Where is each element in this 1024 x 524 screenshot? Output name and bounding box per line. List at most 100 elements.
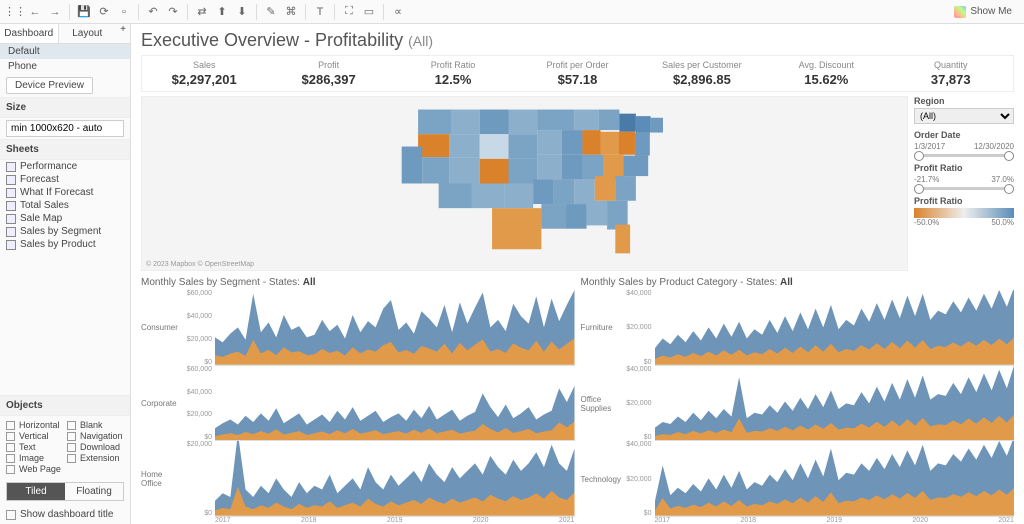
object-icon	[67, 454, 76, 463]
object-navigation[interactable]: Navigation	[67, 431, 124, 441]
sidebar: Dashboard Layout + Default Phone Device …	[0, 24, 131, 524]
device-phone[interactable]: Phone	[0, 59, 130, 74]
kpi-profit-per-order[interactable]: Profit per Order$57.18	[515, 56, 639, 91]
sheet-total-sales[interactable]: Total Sales	[0, 199, 130, 212]
tiled-button[interactable]: Tiled	[7, 483, 65, 500]
sheet-sales-by-product[interactable]: Sales by Product	[0, 238, 130, 251]
show-title-checkbox[interactable]: Show dashboard title	[0, 505, 130, 524]
swap-icon[interactable]: ⇄	[193, 3, 211, 21]
profitratio-label: Profit Ratio	[914, 163, 1014, 173]
add-device-icon[interactable]: +	[116, 24, 130, 43]
map-attribution: © 2023 Mapbox © OpenStreetMap	[146, 261, 254, 268]
object-web-page[interactable]: Web Page	[6, 464, 63, 474]
row-label: Home Office	[141, 441, 185, 517]
segment-charts: Monthly Sales by Segment - States: All C…	[141, 277, 575, 524]
row-label: Furniture	[581, 290, 625, 366]
fit-icon[interactable]: ⛶	[340, 3, 358, 21]
chart-row-consumer[interactable]: Consumer$60,000$40,000$20,000$0	[141, 290, 575, 366]
sort-desc-icon[interactable]: ⬇	[233, 3, 251, 21]
device-preview-button[interactable]: Device Preview	[6, 77, 93, 94]
sheet-icon	[6, 201, 16, 211]
row-label: Consumer	[141, 290, 185, 366]
kpi-profit-ratio[interactable]: Profit Ratio12.5%	[391, 56, 515, 91]
showme-button[interactable]: Show Me	[948, 4, 1018, 20]
region-label: Region	[914, 96, 1014, 106]
objects-heading: Objects	[0, 395, 130, 416]
object-download[interactable]: Download	[67, 442, 124, 452]
orderdate-slider[interactable]	[914, 154, 1014, 157]
showme-icon	[954, 6, 966, 18]
newsource-icon[interactable]: ⟳	[95, 3, 113, 21]
undo-icon[interactable]: ↶	[144, 3, 162, 21]
highlight-icon[interactable]: ✎	[262, 3, 280, 21]
sheet-performance[interactable]: Performance	[0, 160, 130, 173]
object-icon	[67, 421, 76, 430]
logo-icon[interactable]: ⋮⋮	[6, 3, 24, 21]
object-icon	[67, 443, 76, 452]
sheet-icon	[6, 175, 16, 185]
object-icon	[6, 421, 15, 430]
object-vertical[interactable]: Vertical	[6, 431, 63, 441]
kpi-quantity[interactable]: Quantity37,873	[889, 56, 1013, 91]
legend-colorbar	[914, 208, 1014, 218]
sheets-heading: Sheets	[0, 139, 130, 160]
tab-layout[interactable]: Layout	[59, 24, 117, 43]
us-map-svg	[142, 97, 907, 270]
object-extension[interactable]: Extension	[67, 453, 124, 463]
group-icon[interactable]: ⌘	[282, 3, 300, 21]
sheet-forecast[interactable]: Forecast	[0, 173, 130, 186]
chart-row-office-supplies[interactable]: Office Supplies$40,000$20,000$0	[581, 366, 1015, 442]
profitratio-slider[interactable]	[914, 187, 1014, 190]
save-icon[interactable]: 💾	[75, 3, 93, 21]
region-select[interactable]: (All)	[914, 108, 1014, 124]
size-heading: Size	[0, 97, 130, 118]
object-blank[interactable]: Blank	[67, 420, 124, 430]
presentation-icon[interactable]: ▭	[360, 3, 378, 21]
sheet-sale-map[interactable]: Sale Map	[0, 212, 130, 225]
newsheet-icon[interactable]: ▫	[115, 3, 133, 21]
orderdate-label: Order Date	[914, 130, 1014, 140]
object-icon	[67, 432, 76, 441]
chart-row-technology[interactable]: Technology$40,000$20,000$0	[581, 441, 1015, 517]
device-default[interactable]: Default	[0, 44, 130, 59]
object-horizontal[interactable]: Horizontal	[6, 420, 63, 430]
row-label: Technology	[581, 441, 625, 517]
showlabels-icon[interactable]: T	[311, 3, 329, 21]
object-icon	[6, 454, 15, 463]
redo-icon[interactable]: ↷	[164, 3, 182, 21]
forward-icon[interactable]: →	[46, 3, 64, 21]
object-text[interactable]: Text	[6, 442, 63, 452]
sheet-icon	[6, 214, 16, 224]
kpi-sales-per-customer[interactable]: Sales per Customer$2,896.85	[640, 56, 764, 91]
kpi-avg-discount[interactable]: Avg. Discount15.62%	[764, 56, 888, 91]
chart-row-home-office[interactable]: Home Office$20,000$0	[141, 441, 575, 517]
back-icon[interactable]: ←	[26, 3, 44, 21]
object-image[interactable]: Image	[6, 453, 63, 463]
floating-button[interactable]: Floating	[65, 483, 123, 500]
kpi-sales[interactable]: Sales$2,297,201	[142, 56, 266, 91]
chart-row-furniture[interactable]: Furniture$40,000$20,000$0	[581, 290, 1015, 366]
chart-row-corporate[interactable]: Corporate$60,000$40,000$20,000$0	[141, 366, 575, 442]
sheet-sales-by-segment[interactable]: Sales by Segment	[0, 225, 130, 238]
object-icon	[6, 432, 15, 441]
share-icon[interactable]: ∝	[389, 3, 407, 21]
row-label: Corporate	[141, 366, 185, 442]
product-title: Monthly Sales by Product Category - Stat…	[581, 277, 1015, 288]
kpi-profit[interactable]: Profit$286,397	[266, 56, 390, 91]
tab-dashboard[interactable]: Dashboard	[0, 24, 59, 43]
kpi-row: Sales$2,297,201Profit$286,397Profit Rati…	[141, 55, 1014, 92]
sheet-icon	[6, 162, 16, 172]
sheet-icon	[6, 240, 16, 250]
object-icon	[6, 465, 15, 474]
size-input[interactable]	[6, 120, 124, 137]
sheet-what-if-forecast[interactable]: What If Forecast	[0, 186, 130, 199]
top-toolbar: ⋮⋮ ← → 💾 ⟳ ▫ ↶ ↷ ⇄ ⬆ ⬇ ✎ ⌘ T ⛶ ▭ ∝ Show …	[0, 0, 1024, 24]
product-charts: Monthly Sales by Product Category - Stat…	[581, 277, 1015, 524]
segment-title: Monthly Sales by Segment - States: All	[141, 277, 575, 288]
filter-panel: Region (All) Order Date 1/3/201712/30/20…	[914, 96, 1014, 271]
sort-asc-icon[interactable]: ⬆	[213, 3, 231, 21]
object-icon	[6, 443, 15, 452]
profit-map[interactable]: © 2023 Mapbox © OpenStreetMap	[141, 96, 908, 271]
dashboard-canvas: Executive Overview - Profitability (All)…	[131, 24, 1024, 524]
sheet-icon	[6, 227, 16, 237]
